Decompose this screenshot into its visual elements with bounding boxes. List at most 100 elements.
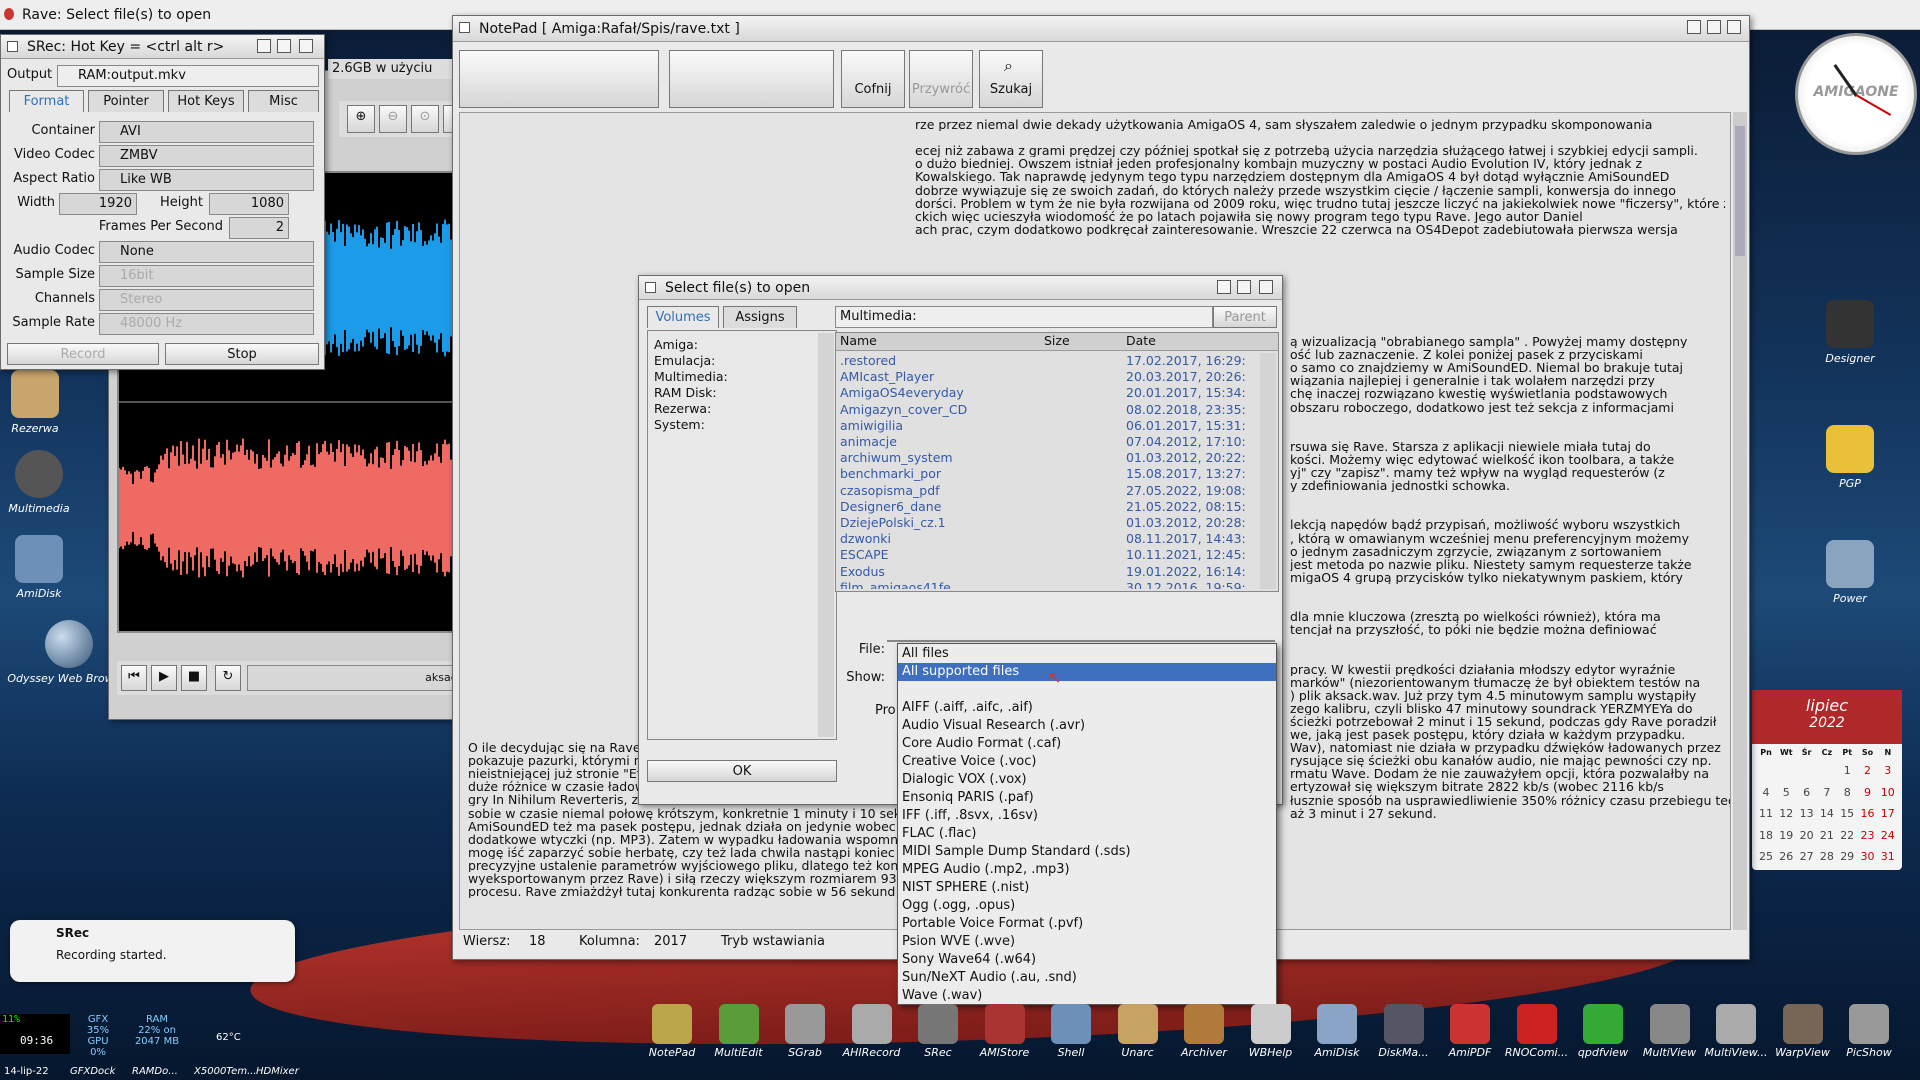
file-buttons-group[interactable] <box>459 50 659 108</box>
zoom-fit-button[interactable]: ⊙ <box>411 105 439 133</box>
desktop-icon-designer[interactable]: Designer <box>1805 300 1895 365</box>
stop-record-button[interactable]: Stop <box>165 343 319 365</box>
zoom-gadget[interactable] <box>277 39 291 53</box>
iconify-gadget[interactable] <box>257 39 271 53</box>
scroll-thumb[interactable] <box>1735 126 1745 256</box>
dock-item[interactable]: Archiver <box>1172 1000 1236 1080</box>
volume-item[interactable]: Emulacja: <box>654 353 814 369</box>
calendar-day[interactable]: 25 <box>1756 850 1776 863</box>
dock-item[interactable]: AmiDisk <box>1305 1000 1369 1080</box>
calendar-day[interactable]: 14 <box>1817 807 1837 820</box>
file-type-option[interactable]: NIST SPHERE (.nist) <box>898 879 1276 897</box>
zoom-gadget[interactable] <box>1707 20 1721 34</box>
volume-item[interactable]: Multimedia: <box>654 369 814 385</box>
file-type-option[interactable]: Sun/NeXT Audio (.au, .snd) <box>898 969 1276 987</box>
dock-item[interactable]: GFXDock <box>70 1066 115 1077</box>
calendar-day[interactable]: 20 <box>1797 829 1817 842</box>
file-row[interactable]: DziejePolski_cz.1 01.03.2012, 20:28: <box>836 515 1256 531</box>
volume-item[interactable]: RAM Disk: <box>654 385 814 401</box>
volumes-scrollbar[interactable] <box>818 333 834 737</box>
dock-item[interactable]: qpdfview <box>1571 1000 1635 1080</box>
calendar-day[interactable]: 26 <box>1776 850 1796 863</box>
file-row[interactable]: amiwigilia 06.01.2017, 15:31: <box>836 418 1256 434</box>
volume-item[interactable]: System: <box>654 417 814 433</box>
file-type-option[interactable]: Sony Wave64 (.w64) <box>898 951 1276 969</box>
calendar-day[interactable]: 16 <box>1858 807 1878 820</box>
file-type-option[interactable]: Ensoniq PARIS (.paf) <box>898 789 1276 807</box>
dock-item[interactable]: RAMDo... <box>132 1066 178 1077</box>
dock-item[interactable]: MultiView... <box>1704 1000 1768 1080</box>
calendar-day[interactable]: 29 <box>1837 850 1857 863</box>
video-codec-select[interactable]: ZMBV <box>99 145 314 167</box>
calendar-day[interactable]: 11 <box>1756 807 1776 820</box>
calendar-day[interactable]: 18 <box>1756 829 1776 842</box>
file-list[interactable]: Name Size Date .restored 17.02.2017, 16:2… <box>835 332 1279 592</box>
file-type-option[interactable]: Portable Voice Format (.pvf) <box>898 915 1276 933</box>
dock-item[interactable]: DiskMa... <box>1372 1000 1436 1080</box>
calendar-day[interactable]: 15 <box>1837 807 1857 820</box>
fps-field[interactable]: 2 <box>229 217 289 239</box>
file-type-option[interactable]: Psion WVE (.wve) <box>898 933 1276 951</box>
file-row[interactable]: Exodus 19.01.2022, 16:14: <box>836 564 1256 580</box>
record-button[interactable]: Record <box>7 343 159 365</box>
tab-format[interactable]: Format <box>9 90 84 112</box>
dock-item[interactable]: AMIStore <box>973 1000 1037 1080</box>
zoom-in-button[interactable]: ⊕ <box>347 105 375 133</box>
file-row[interactable]: ESCAPE 10.11.2021, 12:45: <box>836 547 1256 563</box>
file-type-option[interactable]: FLAC (.flac) <box>898 825 1276 843</box>
requester-titlebar[interactable]: Select file(s) to open <box>639 276 1282 300</box>
dock-item[interactable]: NotePad <box>640 1000 704 1080</box>
height-field[interactable]: 1080 <box>209 193 289 215</box>
iconify-gadget[interactable] <box>1217 280 1231 294</box>
depth-gadget[interactable] <box>1727 20 1741 34</box>
file-type-option[interactable]: Dialogic VOX (.vox) <box>898 771 1276 789</box>
zoom-gadget[interactable] <box>1237 280 1251 294</box>
tab-hot-keys[interactable]: Hot Keys <box>168 90 244 112</box>
calendar-day[interactable]: 13 <box>1797 807 1817 820</box>
calendar-day[interactable]: 8 <box>1837 786 1857 799</box>
container-select[interactable]: AVI <box>99 121 314 143</box>
file-row[interactable]: czasopisma_pdf 27.05.2022, 19:08: <box>836 483 1256 499</box>
calendar-day[interactable]: 23 <box>1858 829 1878 842</box>
channels-select[interactable]: Stereo <box>99 289 314 311</box>
tab-misc[interactable]: Misc <box>248 90 319 112</box>
volumes-list[interactable]: Amiga: Emulacja: Multimedia: RAM Disk: Rezer… <box>647 330 837 740</box>
loop-button[interactable]: ↻ <box>215 665 241 691</box>
srec-titlebar[interactable]: SRec: Hot Key = <ctrl alt r> <box>1 35 324 59</box>
calendar-day[interactable]: 2 <box>1858 764 1878 777</box>
file-type-option[interactable]: AIFF (.aiff, .aifc, .aif) <box>898 699 1276 717</box>
desktop-icon-amidisk[interactable]: AmiDisk <box>0 535 84 600</box>
dock-item[interactable]: WBHelp <box>1239 1000 1303 1080</box>
sample-rate-select[interactable]: 48000 Hz <box>99 313 314 335</box>
calendar-day[interactable]: 5 <box>1776 786 1796 799</box>
dock-item[interactable]: Shell <box>1039 1000 1103 1080</box>
calendar-day[interactable]: 10 <box>1878 786 1898 799</box>
dock-item[interactable]: HDMixer <box>256 1066 299 1077</box>
dock-item[interactable]: SRec <box>906 1000 970 1080</box>
dock-item[interactable]: MultiView <box>1638 1000 1702 1080</box>
calendar-day[interactable]: 17 <box>1878 807 1898 820</box>
calendar-day[interactable]: 22 <box>1837 829 1857 842</box>
depth-gadget[interactable] <box>299 39 313 53</box>
edit-buttons-group[interactable] <box>669 50 834 108</box>
volume-item[interactable]: Rezerwa: <box>654 401 814 417</box>
notification-popup[interactable]: SRec Recording started. <box>10 920 295 982</box>
calendar-day[interactable]: 7 <box>1817 786 1837 799</box>
play-from-start-button[interactable]: ⏮ <box>121 665 147 691</box>
file-name-field[interactable] <box>887 640 1275 642</box>
calendar-day[interactable]: 6 <box>1797 786 1817 799</box>
calendar-day[interactable]: 21 <box>1817 829 1837 842</box>
file-type-option[interactable]: MPEG Audio (.mp2, .mp3) <box>898 861 1276 879</box>
dock-item[interactable]: AmiPDF <box>1438 1000 1502 1080</box>
close-gadget[interactable] <box>645 282 656 293</box>
dock-item[interactable]: X5000Tem... <box>194 1066 257 1077</box>
calendar-day[interactable]: 30 <box>1858 850 1878 863</box>
file-row[interactable]: Designer6_dane 21.05.2022, 08:15: <box>836 499 1256 515</box>
calendar-day[interactable]: 4 <box>1756 786 1776 799</box>
vertical-scrollbar[interactable] <box>1733 112 1747 930</box>
tab-pointer[interactable]: Pointer <box>88 90 164 112</box>
dock-item[interactable]: RNOComi... <box>1505 1000 1569 1080</box>
play-button[interactable]: ▶ <box>151 665 177 691</box>
stop-button[interactable]: ■ <box>181 665 207 691</box>
file-type-option[interactable]: Ogg (.ogg, .opus) <box>898 897 1276 915</box>
